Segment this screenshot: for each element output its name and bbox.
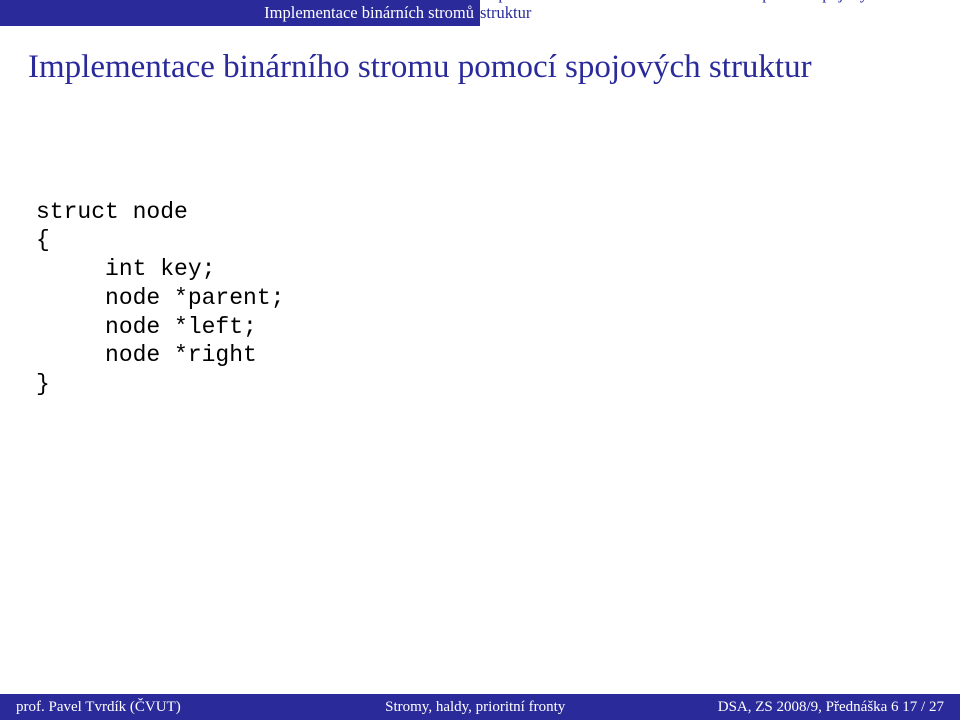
subsection-line1: Implementace obecného binárního stromu p… xyxy=(480,0,884,3)
code-line: } xyxy=(36,371,50,397)
slide-title: Implementace binárního stromu pomocí spo… xyxy=(0,26,960,88)
code-line: node *parent; xyxy=(36,285,284,311)
subsection-line2: struktur xyxy=(480,3,940,22)
code-block: struct node { int key; node *parent; nod… xyxy=(36,198,924,399)
code-line: { xyxy=(36,227,50,253)
slide-body: struct node { int key; node *parent; nod… xyxy=(0,88,960,399)
footer-meta: DSA, ZS 2008/9, Přednáška 6 17 / 27 xyxy=(634,694,960,720)
slide-header: Implementace binárních stromů Implementa… xyxy=(0,0,960,26)
section-label: Implementace binárních stromů xyxy=(0,0,480,26)
footer-short-title: Stromy, haldy, prioritní fronty xyxy=(317,694,634,720)
code-line: node *left; xyxy=(36,314,257,340)
code-line: struct node xyxy=(36,199,188,225)
code-line: int key; xyxy=(36,256,215,282)
footer-author: prof. Pavel Tvrdík (ČVUT) xyxy=(0,694,317,720)
subsection-label: Implementace obecného binárního stromu p… xyxy=(480,0,940,22)
code-line: node *right xyxy=(36,342,257,368)
slide-footer: prof. Pavel Tvrdík (ČVUT) Stromy, haldy,… xyxy=(0,694,960,720)
